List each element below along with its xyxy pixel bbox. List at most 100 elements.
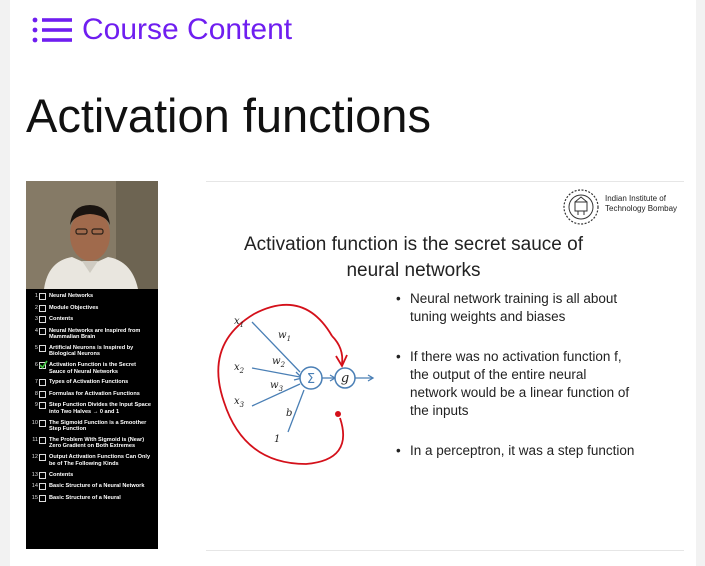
red-dot [335,411,341,417]
toc-checkbox[interactable] [39,327,46,335]
slide-bullets: Neural network training is all about tun… [396,290,636,482]
toc-label: Basic Structure of a Neural [49,494,121,501]
toc-item[interactable]: 13 Contents [26,471,158,479]
toc-item[interactable]: 5 Artificial Neurons is Inspired by Biolo… [26,344,158,358]
course-content-link[interactable]: Course Content [32,10,292,50]
x3-label-sub: 3 [240,401,245,409]
toc-label: Artificial Neurons is Inspired by Biolog… [49,344,134,358]
page-title: Activation functions [26,89,431,142]
toc-item[interactable]: 12 Output Activation Functions Can Only b… [26,454,158,467]
toc-label: Module Objectives [49,304,99,311]
x3-label: x3 [234,396,245,409]
slide-bullet: If there was no activation function f, t… [396,348,636,420]
x2-label-sub: 2 [239,367,245,375]
logo-line: Technology Bombay [605,204,678,213]
toc-num: 14 [31,483,38,490]
w1-label: w1 [278,330,291,343]
toc-checkbox[interactable] [39,316,46,323]
toc-num: 12 [31,454,38,461]
slide-bullet: In a perceptron, it was a step function [396,442,636,460]
toc-label: Activation Function is the Secret Sauce … [49,362,137,375]
toc-num: 13 [31,471,38,478]
toc-num: 2 [34,304,38,311]
toc-label: The Problem With Sigmoid is (Near) Zero … [49,437,145,450]
video-toc: 1 Neural Networks 2 Module Objectives 3 Con… [26,293,158,506]
toc-checkbox[interactable] [39,293,46,300]
x1-label: x1 [234,316,244,329]
lecture-slide: Indian Institute of Technology Bombay Ac… [206,181,684,551]
toc-num: 5 [34,344,38,351]
activation-symbol: g [341,371,349,386]
toc-checkbox[interactable] [39,437,46,445]
toc-checkbox[interactable] [39,344,46,352]
toc-num: 7 [34,379,38,386]
toc-label: Formulas for Activation Functions [49,390,140,397]
toc-item[interactable]: 2 Module Objectives [26,304,158,312]
toc-num: 1 [34,293,38,299]
toc-checkbox-checked[interactable] [39,360,48,370]
w2-label: w2 [272,356,286,369]
toc-label: Neural Networks [49,293,94,299]
toc-item[interactable]: 1 Neural Networks [26,293,158,300]
toc-num: 15 [31,494,38,501]
toc-item[interactable]: 14 Basic Structure of a Neural Network [26,483,158,491]
toc-item[interactable]: 9 Step Function Divides the Input Space i… [26,402,158,415]
logo-line: Indian Institute of [605,194,666,203]
toc-checkbox[interactable] [39,494,46,502]
toc-num: 9 [34,402,38,409]
x2-label: x2 [234,362,245,375]
toc-item[interactable]: 11 The Problem With Sigmoid is (Near) Zer… [26,437,158,450]
bias-label: b [286,408,292,419]
toc-checkbox[interactable] [39,471,46,479]
iitb-logo-text: Indian Institute of Technology Bombay [605,194,677,214]
toc-checkbox[interactable] [39,483,46,491]
bias-input-label: 1 [274,434,280,445]
toc-item[interactable]: 4 Neural Networks are Inspired from Mamma… [26,327,158,341]
toc-item[interactable]: 7 Types of Activation Functions [26,379,158,387]
iitb-emblem-icon [563,189,599,225]
toc-checkbox[interactable] [39,379,46,387]
presenter-video-frame [26,181,158,289]
toc-label: The Sigmoid Function is a Smoother Step … [49,419,147,433]
toc-num: 11 [32,437,38,444]
toc-checkbox[interactable] [39,419,46,427]
lecture-video-player[interactable]: 1 Neural Networks 2 Module Objectives 3 Con… [26,181,684,551]
sum-symbol: Σ [307,372,315,387]
iitb-logo: Indian Institute of Technology Bombay [561,187,679,227]
toc-label: Neural Networks are Inspired from Mammal… [49,327,141,340]
x1-label-sub: 1 [240,321,244,329]
slide-bullet: Neural network training is all about tun… [396,290,636,326]
toc-item[interactable]: 3 Contents [26,316,158,323]
toc-checkbox[interactable] [39,390,46,398]
w3-label-sub: 3 [279,385,284,393]
toc-checkbox[interactable] [39,304,46,312]
content-card: Course Content Activation functions 1 Neu… [10,0,696,566]
toc-num: 10 [31,419,38,426]
toc-item[interactable]: 10 The Sigmoid Function is a Smoother Ste… [26,419,158,433]
toc-num: 3 [34,316,38,322]
toc-label: Contents [49,471,74,478]
toc-label: Basic Structure of a Neural Network [49,483,145,490]
video-left-panel: 1 Neural Networks 2 Module Objectives 3 Con… [26,181,158,549]
w2-label-sub: 2 [280,361,286,369]
toc-checkbox[interactable] [39,402,46,410]
toc-label: Step Function Divides the Input Space in… [49,402,151,415]
slide-title: Activation function is the secret sauce … [243,234,583,281]
toc-label: Types of Activation Functions [49,379,129,386]
x2-arrow [251,367,301,378]
toc-checkbox[interactable] [39,454,46,462]
toc-label: Output Activation Functions Can Only be … [49,454,151,467]
toc-label: Contents [49,316,74,322]
toc-item[interactable]: 15 Basic Structure of a Neural [26,494,158,502]
toc-item-current[interactable]: 6 Activation Function is the Secret Sauce… [26,360,158,375]
toc-num: 4 [34,327,38,334]
checkmark-icon [39,360,48,369]
list-icon [32,17,72,43]
toc-num: 6 [34,362,38,369]
neuron-diagram: Σ g x1 x2 x3 w1 w2 w3 b 1 [217,303,375,465]
toc-item[interactable]: 8 Formulas for Activation Functions [26,390,158,398]
toc-num: 8 [34,390,38,397]
w3-label: w3 [270,380,284,393]
presenter-image [26,181,158,289]
course-content-label: Course Content [82,13,293,46]
